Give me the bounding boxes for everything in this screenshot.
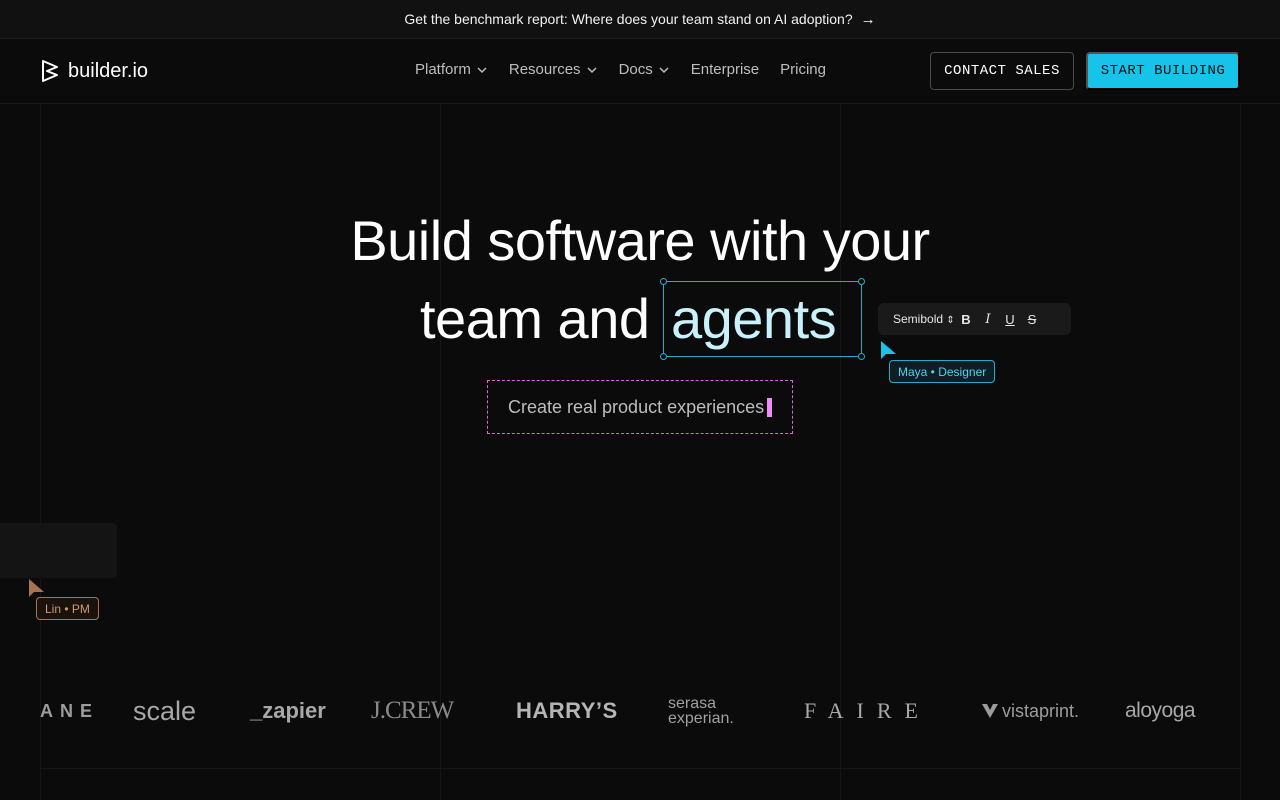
nav-item-docs[interactable]: Docs <box>619 61 670 78</box>
italic-button[interactable]: I <box>977 312 999 327</box>
nav-item-platform[interactable]: Platform <box>415 61 488 78</box>
resize-handle[interactable] <box>858 353 865 360</box>
customer-logos: ANE scale _zapier J.CREW HARRY’S serasa … <box>0 688 1280 734</box>
hero-headline-line2: team and <box>420 287 650 350</box>
text-format-toolbar: Semibold ⇕ B I U S <box>878 303 1071 335</box>
vistaprint-mark-icon <box>982 704 998 718</box>
underline-button[interactable]: U <box>999 312 1021 327</box>
main-menu: Platform Resources Docs Enterprise Prici… <box>415 61 826 78</box>
subtitle-text: Create real product experiences <box>508 396 765 417</box>
font-weight-value: Semibold <box>893 312 944 326</box>
strikethrough-button[interactable]: S <box>1021 312 1043 327</box>
start-building-button[interactable]: START BUILDING <box>1086 52 1240 90</box>
nav-item-enterprise[interactable]: Enterprise <box>691 61 759 78</box>
contact-sales-button[interactable]: CONTACT SALES <box>930 52 1074 90</box>
announcement-banner[interactable]: Get the benchmark report: Where does you… <box>0 0 1280 39</box>
logo-vistaprint: vistaprint. <box>981 688 1079 734</box>
chevron-down-icon <box>477 66 487 73</box>
nav-item-label: Enterprise <box>690 61 760 78</box>
nav-item-label: Resources <box>508 61 581 78</box>
font-weight-select[interactable]: Semibold ⇕ <box>893 312 955 326</box>
logo-ane: ANE <box>40 700 100 721</box>
logo-experian-text: experian. <box>668 710 734 727</box>
highlighted-word[interactable]: agents <box>671 286 837 351</box>
hero-headline-line1: Build software with your <box>350 209 930 272</box>
logo-text: builder.io <box>68 59 149 82</box>
logo-jcrew: J.CREW <box>371 697 454 724</box>
logo-vistaprint-text: vistaprint. <box>1002 700 1080 721</box>
logo-harrys: HARRY’S <box>516 698 618 723</box>
chevron-down-icon <box>587 66 597 73</box>
nav-item-label: Pricing <box>780 61 826 78</box>
builder-logo[interactable]: builder.io <box>40 59 148 83</box>
logo-faire: FAIRE <box>804 698 931 723</box>
editable-subtitle[interactable]: Create real product experiences <box>487 380 793 434</box>
logo-zapier: _zapier <box>250 698 326 723</box>
bold-button[interactable]: B <box>955 312 977 327</box>
arrow-right-icon: → <box>860 10 876 28</box>
builder-logo-icon <box>42 60 58 82</box>
ghost-card <box>0 523 117 578</box>
grid-line <box>40 768 1240 769</box>
nav-item-pricing[interactable]: Pricing <box>780 61 826 78</box>
banner-text[interactable]: Get the benchmark report: Where does you… <box>404 11 852 27</box>
resize-handle[interactable] <box>660 278 667 285</box>
cursor-pointer-icon <box>881 341 896 359</box>
resize-handle[interactable] <box>660 353 667 360</box>
logo-serasa-experian: serasa experian. <box>668 688 734 734</box>
logo-scale: scale <box>133 695 197 726</box>
resize-handle[interactable] <box>858 278 865 285</box>
collaborator-tag-pm: Lin • PM <box>36 597 99 620</box>
nav-item-resources[interactable]: Resources <box>509 61 598 78</box>
text-caret <box>767 397 773 417</box>
logo-aloyoga: aloyoga <box>1125 699 1196 722</box>
up-down-icon: ⇕ <box>946 315 955 326</box>
top-navigation: builder.io Platform Resources Docs Enter… <box>0 39 1280 104</box>
nav-item-label: Platform <box>415 61 471 78</box>
nav-item-label: Docs <box>618 61 653 78</box>
collaborator-tag-designer: Maya • Designer <box>889 360 996 383</box>
logo-serasa-text: serasa <box>668 695 717 712</box>
chevron-down-icon <box>659 66 669 73</box>
